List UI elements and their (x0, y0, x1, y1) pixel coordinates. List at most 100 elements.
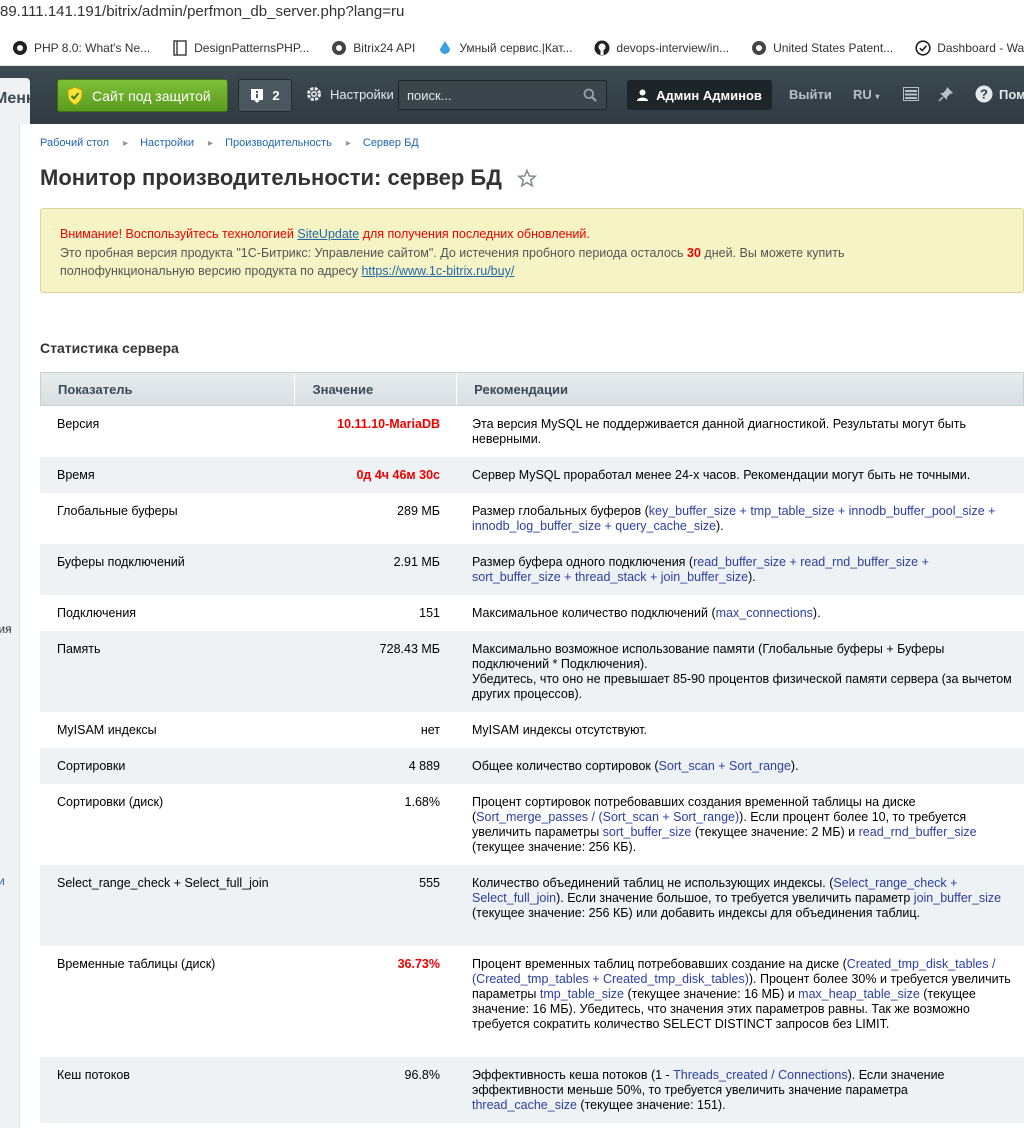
table-body: Версия 10.11.10-MariaDB Эта версия MySQL н… (40, 406, 1024, 1123)
indicator-value: 289 МБ (397, 504, 440, 518)
menu-tab-label: Меню (0, 90, 30, 107)
bookmark-item[interactable]: United States Patent... (739, 30, 903, 65)
breadcrumb-link[interactable]: Сервер БД (363, 137, 419, 149)
page-title: Монитор производительности: сервер БД (40, 165, 502, 190)
globe-icon (331, 40, 347, 56)
search-input[interactable] (399, 81, 569, 109)
trial-text-suffix: дней. Вы можете купить (700, 245, 845, 260)
bookmark-label: United States Patent... (773, 40, 894, 55)
github-icon (594, 40, 610, 56)
parameter-name: max_heap_table_size (798, 987, 920, 1001)
parameter-name: read_rnd_buffer_size (858, 825, 977, 839)
indicator-name: Сортировки (57, 759, 126, 773)
php-icon (12, 40, 28, 56)
indicator-name: Кеш потоков (57, 1068, 130, 1082)
indicator-name: Время (57, 468, 95, 482)
table-row: Буферы подключений 2.91 МБ Размер буфера о… (40, 544, 1024, 595)
breadcrumb: Рабочий стол ▸ Настройки ▸ Производительност… (40, 137, 419, 149)
site-protected-label: Сайт под защитой (92, 87, 211, 104)
menu-tab[interactable]: Меню (0, 78, 30, 124)
parameter-name: thread_cache_size (472, 1098, 577, 1112)
parameter-name: tmp_table_size (539, 987, 624, 1001)
check-circle-icon (915, 39, 931, 56)
breadcrumb-link[interactable]: Производительность (225, 137, 332, 149)
favorite-star-icon[interactable] (517, 169, 537, 188)
siteupdate-link[interactable]: SiteUpdate (297, 227, 359, 241)
indicator-value: 555 (419, 876, 440, 890)
table-row: Версия 10.11.10-MariaDB Эта версия MySQL н… (40, 406, 1024, 457)
table-row: Временные таблицы (диск) 36.73% Процент вр… (40, 946, 1024, 1057)
column-header-indicator[interactable]: Показатель (41, 373, 296, 405)
bookmark-label: PHP 8.0: What's Ne... (34, 40, 151, 55)
help-label: Помощь (999, 86, 1024, 102)
site-protected-button[interactable]: Сайт под защитой (57, 79, 228, 112)
parameter-name: Sort_merge_passes / (Sort_scan + Sort_ra… (476, 810, 740, 824)
left-menu-strip[interactable]: гия и (0, 124, 20, 1128)
indicator-name: Сортировки (диск) (57, 795, 164, 809)
user-menu-button[interactable]: Админ Админов (627, 80, 772, 110)
server-stats-table: Показатель Значение Рекомендации Версия 1… (40, 372, 1024, 1123)
recommendation-text: Количество объединений таблиц не использ… (472, 876, 1002, 920)
bookmark-item[interactable]: Умный сервис.|Кат... (425, 30, 582, 65)
breadcrumb-link[interactable]: Рабочий стол (40, 137, 109, 149)
bookmark-item[interactable]: PHP 8.0: What's Ne... (0, 30, 160, 65)
parameter-name: max_connections (715, 606, 813, 620)
language-label: RU (853, 87, 872, 102)
bookmark-label: DesignPatternsPHP... (194, 40, 310, 55)
bookmark-item[interactable]: devops-interview/in... (582, 30, 739, 65)
admin-panel: Меню Сайт под защитой 2 Настройки Админ … (0, 66, 1024, 124)
trial-text: Это пробная версия продукта "1С-Битрикс:… (60, 245, 688, 260)
notifications-button[interactable]: 2 (238, 79, 292, 112)
bookmark-item[interactable]: Bitrix24 API (319, 30, 425, 65)
recommendation-text: Процент сортировок потребовавших создани… (472, 795, 977, 854)
table-row: Память 728.43 МБ Максимально возможное исп… (40, 631, 1024, 712)
section-title: Статистика сервера (40, 340, 179, 356)
bookmark-item[interactable]: Dashboard - WakaT... (903, 30, 1024, 65)
bookmark-label: Bitrix24 API (353, 40, 416, 55)
recommendation-text: Эта версия MySQL не поддерживается данно… (472, 417, 967, 446)
indicator-name: Select_range_check + Select_full_join (57, 876, 269, 890)
breadcrumb-separator-icon: ▸ (208, 137, 214, 149)
indicator-value: 10.11.10-MariaDB (337, 417, 440, 431)
parameter-name: Created_tmp_disk_tables / (Created_tmp_t… (472, 957, 996, 986)
user-name: Админ Админов (656, 87, 762, 103)
parameter-name: Threads_created / Connections (673, 1068, 848, 1082)
recommendation-text: Размер буфера одного подключения (read_b… (472, 555, 929, 584)
indicator-value: 36.73% (397, 957, 440, 971)
recommendation-text: MyISAM индексы отсутствуют. (472, 723, 647, 737)
recommendation-text: Процент временных таблиц потребовавших с… (472, 957, 1011, 1031)
trial-warning: Внимание! Воспользуйтесь технологией Sit… (40, 208, 1024, 293)
search-icon[interactable] (583, 88, 597, 102)
bookmark-label: devops-interview/in... (616, 40, 730, 55)
bookmark-item[interactable]: DesignPatternsPHP... (160, 30, 319, 65)
shield-check-icon (67, 85, 83, 106)
table-row: Сортировки 4 889 Общее количество сортиров… (40, 748, 1024, 784)
logout-link[interactable]: Выйти (789, 87, 832, 102)
bookmark-label: Dashboard - WakaT... (937, 40, 1024, 55)
settings-label: Настройки (330, 86, 394, 102)
buy-link[interactable]: https://www.1c-bitrix.ru/buy/ (361, 264, 514, 278)
keyboard-icon[interactable] (903, 87, 919, 101)
help-link[interactable]: ? Помощь (975, 85, 1024, 103)
parameter-name: read_buffer_size + read_rnd_buffer_size … (472, 555, 929, 584)
table-row: Кеш потоков 96.8% Эффективность кеша поток… (40, 1057, 1024, 1123)
user-icon (637, 89, 649, 101)
menu-link-fragment[interactable]: и (0, 874, 5, 888)
settings-link[interactable]: Настройки (306, 86, 394, 102)
parameter-name: sort_buffer_size (602, 825, 692, 839)
column-header-recommendations[interactable]: Рекомендации (457, 373, 1023, 405)
language-selector[interactable]: RU ▾ (853, 87, 879, 102)
recommendation-text: Сервер MySQL проработал менее 24-х часов… (472, 468, 971, 482)
table-row: Подключения 151 Максимальное количество по… (40, 595, 1024, 631)
bookmark-label: Умный сервис.|Кат... (459, 40, 573, 55)
column-header-value[interactable]: Значение (295, 373, 458, 405)
breadcrumb-separator-icon: ▸ (123, 137, 129, 149)
warning-suffix: для получения последних обновлений. (359, 227, 590, 241)
search-box (398, 80, 607, 110)
pin-icon[interactable] (938, 86, 954, 102)
breadcrumb-link[interactable]: Настройки (140, 137, 194, 149)
address-bar[interactable]: 89.111.141.191/bitrix/admin/perfmon_db_s… (0, 0, 1024, 30)
indicator-value: нет (420, 723, 440, 737)
recommendation-text: Размер глобальных буферов (key_buffer_si… (472, 504, 996, 533)
bookmarks-bar: PHP 8.0: What's Ne... DesignPatternsPHP..… (0, 30, 1024, 66)
